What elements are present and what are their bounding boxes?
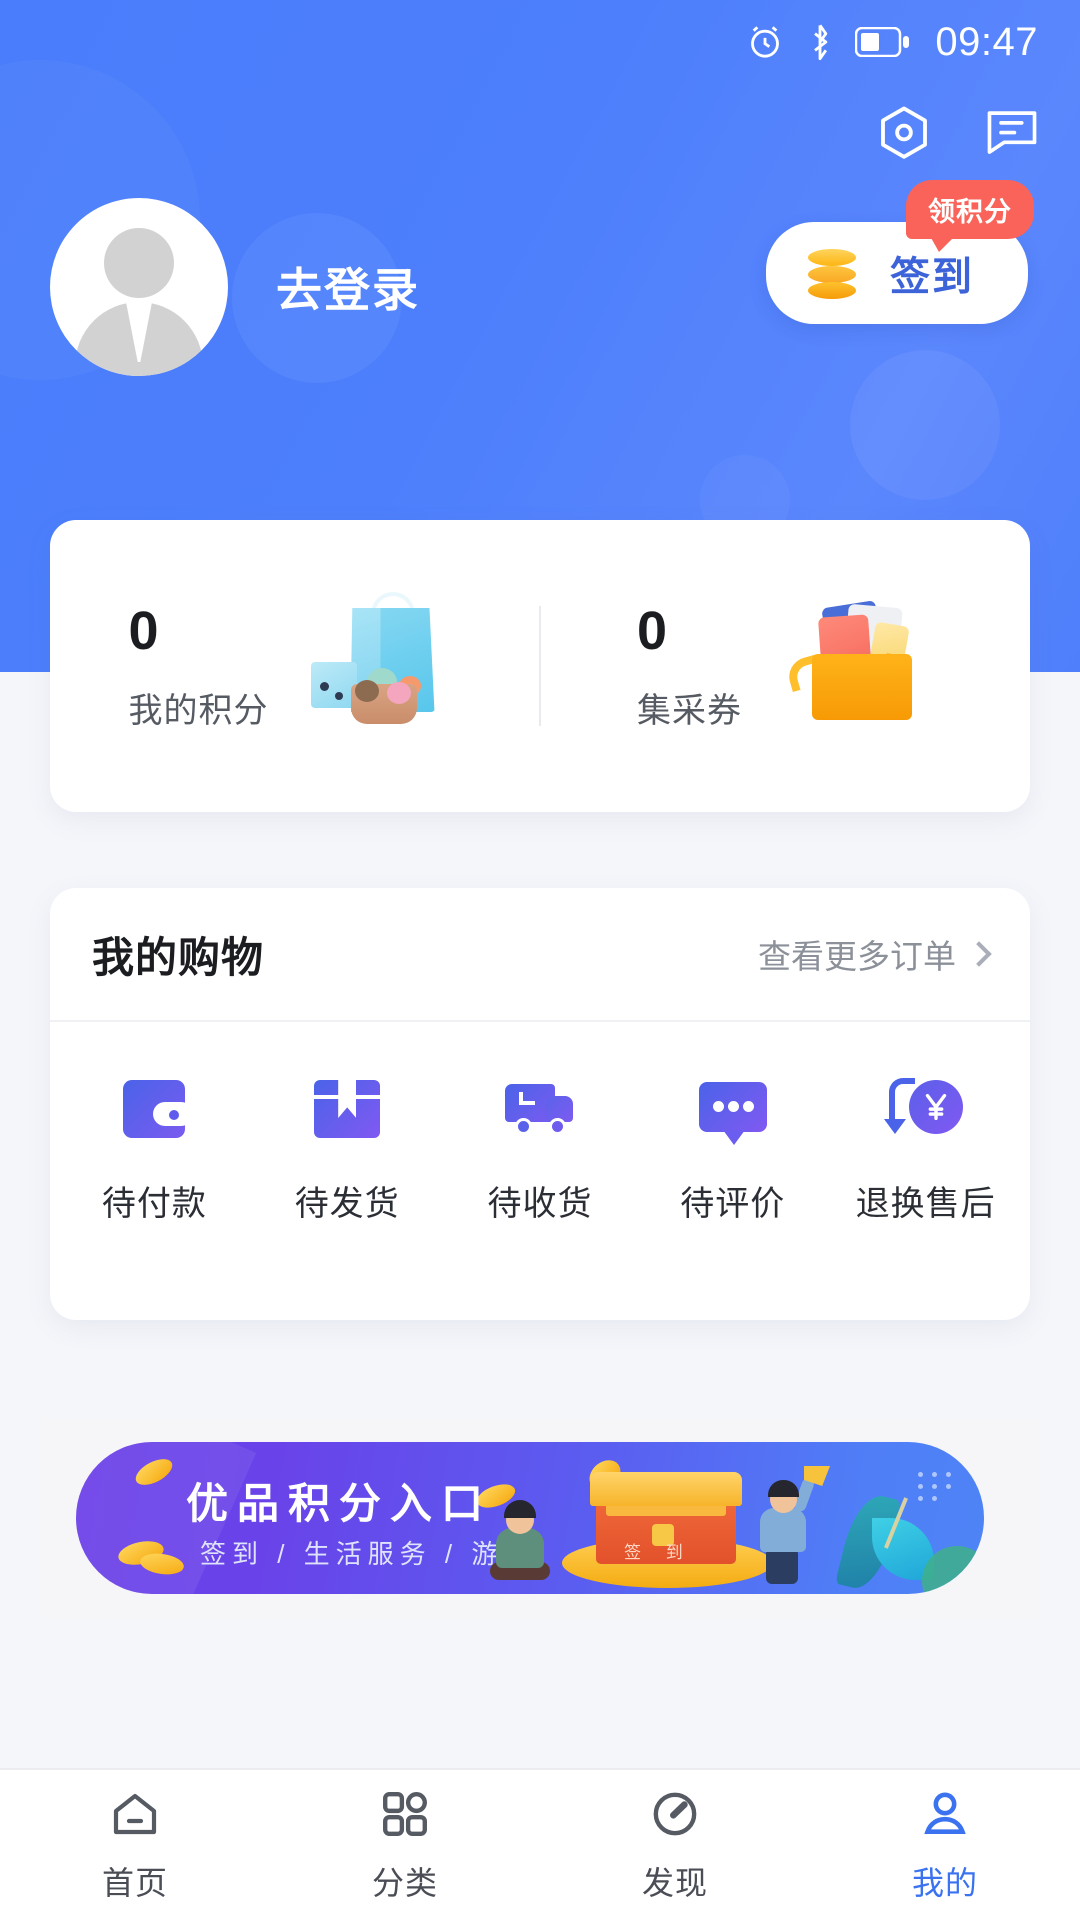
stats-card: 0 我的积分 0 集采券 — [50, 520, 1030, 812]
order-status-label: 待收货 — [487, 1185, 593, 1223]
order-status-pending-review[interactable]: 待评价 — [636, 1074, 829, 1225]
stat-label: 我的积分 — [128, 691, 269, 730]
page-title: 我的购物 — [92, 933, 265, 981]
order-status-pending-payment[interactable]: 待付款 — [58, 1074, 251, 1225]
chevron-right-icon — [966, 941, 992, 967]
comment-icon — [694, 1074, 772, 1146]
banner-subtitle: 签到 / 生活服务 / 游戏 — [200, 1539, 536, 1569]
truck-icon — [501, 1074, 579, 1146]
coin-stack-icon — [804, 245, 860, 301]
tab-mine[interactable]: 我的 — [810, 1786, 1080, 1904]
status-bar: 09:47 — [0, 0, 1080, 84]
compass-icon — [647, 1786, 703, 1842]
chest-label: 签 到 — [624, 1543, 693, 1562]
gift-box-icon — [308, 1074, 386, 1146]
my-shopping-card: 我的购物 查看更多订单 待付款 待发货 待收货 待评价 退换售后 — [50, 888, 1030, 1320]
stat-value: 0 — [637, 601, 668, 662]
signin-label: 签到 — [890, 255, 974, 299]
header-actions — [876, 104, 1040, 160]
coupon-box-illustration — [784, 596, 934, 736]
order-status-label: 待发货 — [294, 1185, 400, 1223]
avatar-head — [104, 228, 174, 298]
battery-icon — [855, 27, 911, 57]
gamer-character — [504, 1500, 536, 1518]
stat-value: 0 — [128, 601, 159, 662]
profile-row[interactable]: 去登录 — [50, 198, 420, 376]
home-icon — [107, 1786, 163, 1842]
decorative-bubble — [850, 350, 1000, 500]
alarm-clock-icon — [745, 22, 785, 62]
signin-badge: 领积分 — [906, 180, 1034, 252]
my-shopping-header: 我的购物 查看更多订单 — [50, 888, 1030, 1022]
wallet-icon — [115, 1074, 194, 1146]
signin-area: 领积分 签到 — [766, 180, 1034, 324]
stat-text: 0 集采券 — [637, 600, 742, 731]
profile-page: 09:47 去登录 领积分 签到 0 我的积分 0 集采券 我的购物 查看更多订… — [0, 0, 1080, 1920]
stat-coupons[interactable]: 0 集采券 — [541, 596, 1030, 736]
order-status-pending-shipment[interactable]: 待发货 — [251, 1074, 444, 1225]
refund-icon — [883, 1074, 965, 1146]
view-more-orders-label: 查看更多订单 — [758, 938, 956, 975]
grid-icon — [377, 1786, 433, 1842]
message-icon[interactable] — [984, 104, 1040, 160]
stat-points[interactable]: 0 我的积分 — [50, 592, 539, 736]
tab-label: 发现 — [641, 1865, 708, 1901]
banner-container: 优品积分入口 签到 / 生活服务 / 游戏 签 到 — [40, 1418, 1040, 1618]
person-icon — [917, 1786, 973, 1842]
scan-hexagon-icon[interactable] — [876, 104, 932, 160]
stat-text: 0 我的积分 — [129, 600, 269, 731]
points-entry-banner[interactable]: 优品积分入口 签到 / 生活服务 / 游戏 签 到 — [76, 1442, 984, 1594]
tab-label: 首页 — [101, 1865, 168, 1901]
status-time: 09:47 — [935, 19, 1038, 64]
tab-home[interactable]: 首页 — [0, 1786, 270, 1904]
shopping-bag-illustration — [310, 592, 461, 736]
tab-discover[interactable]: 发现 — [540, 1786, 810, 1904]
bottom-tab-bar: 首页 分类 发现 我的 — [0, 1768, 1080, 1920]
order-status-pending-receipt[interactable]: 待收货 — [444, 1074, 637, 1225]
view-more-orders-link[interactable]: 查看更多订单 — [758, 930, 992, 978]
dot-pattern — [918, 1472, 978, 1506]
celebrating-character — [768, 1480, 799, 1497]
tab-label: 分类 — [371, 1865, 438, 1901]
stat-label: 集采券 — [637, 691, 742, 730]
order-status-row: 待付款 待发货 待收货 待评价 退换售后 — [50, 1022, 1030, 1225]
order-status-after-sales[interactable]: 退换售后 — [829, 1074, 1022, 1225]
order-status-label: 待付款 — [101, 1185, 207, 1223]
tab-category[interactable]: 分类 — [270, 1786, 540, 1904]
banner-title: 优品积分入口 — [186, 1480, 493, 1527]
login-link[interactable]: 去登录 — [276, 254, 420, 320]
order-status-label: 待评价 — [680, 1185, 786, 1223]
avatar[interactable] — [50, 198, 228, 376]
tab-label: 我的 — [911, 1865, 978, 1901]
order-status-label: 退换售后 — [855, 1185, 996, 1223]
bluetooth-icon — [803, 22, 837, 62]
